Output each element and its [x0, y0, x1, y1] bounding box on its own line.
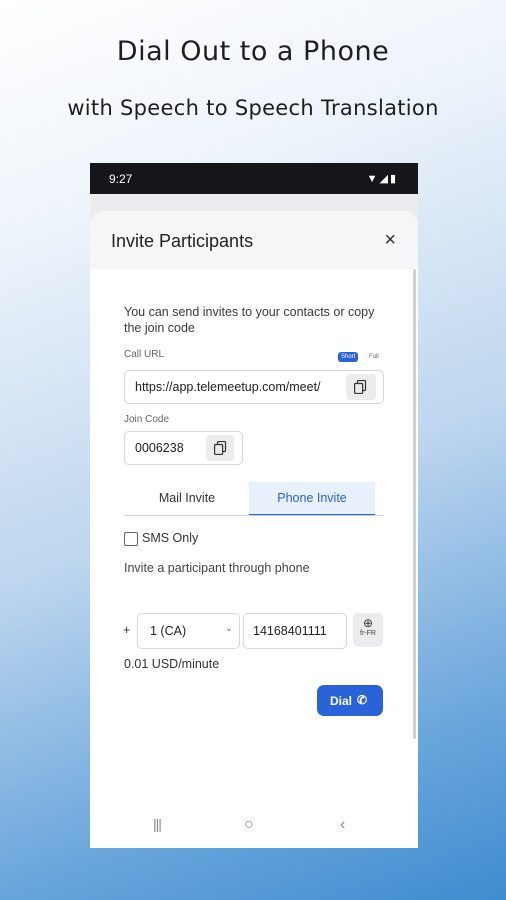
scrollbar[interactable] [413, 269, 416, 739]
recents-icon[interactable]: ||| [153, 816, 162, 832]
sheet-title: Invite Participants [111, 231, 254, 251]
language-button[interactable]: ⊕ fr-FR [353, 613, 383, 647]
dial-button[interactable]: Dial ✆ [317, 685, 383, 716]
signal-icon: ◢ [379, 173, 390, 185]
globe-icon: ⊕ [362, 616, 374, 630]
invite-tabs: Mail Invite Phone Invite [124, 482, 384, 516]
promo-headline: Dial Out to a Phone [116, 36, 390, 67]
close-icon[interactable]: × [384, 229, 396, 252]
language-code: fr-FR [360, 630, 376, 637]
status-time: 9:27 [109, 172, 133, 186]
phone-number-value: 14168401111 [253, 624, 327, 638]
rate-text: 0.01 USD/minute [124, 657, 220, 671]
phone-icon: ✆ [357, 693, 368, 707]
back-icon[interactable]: ‹ [340, 816, 345, 834]
country-code-select[interactable]: 1 (CA) ⌄ [137, 613, 240, 649]
android-nav-bar: ||| ○ ‹ [90, 804, 418, 848]
battery-icon: ▮ [389, 173, 398, 185]
intro-text: You can send invites to your contacts or… [124, 305, 375, 335]
tab-mail-invite[interactable]: Mail Invite [124, 482, 250, 515]
join-code-value: 0006238 [135, 441, 184, 455]
sms-only-checkbox[interactable] [124, 532, 138, 546]
call-url-label: Call URL [124, 349, 165, 360]
plus-sign: + [123, 623, 131, 637]
phone-screen: 9:27 ▼◢▮ Invite Participants × You can s… [90, 163, 418, 848]
dial-label: Dial [330, 694, 353, 708]
sms-only-label: SMS Only [142, 531, 199, 545]
sheet-header: Invite Participants × [90, 211, 418, 269]
country-code-value: 1 (CA) [150, 624, 187, 638]
copy-code-button[interactable] [206, 435, 234, 461]
status-bar: 9:27 ▼◢▮ [90, 163, 418, 194]
url-toggle-full[interactable]: Full [366, 352, 382, 362]
join-code-label: Join Code [124, 414, 170, 425]
copy-icon [354, 380, 367, 394]
call-url-field[interactable]: https://app.telemeetup.com/meet/ [124, 370, 384, 404]
chevron-down-icon: ⌄ [224, 623, 233, 634]
url-toggle-short[interactable]: Short [338, 352, 359, 362]
join-code-field[interactable]: 0006238 [124, 431, 243, 465]
wifi-icon: ▼ [366, 173, 380, 185]
copy-icon [214, 441, 227, 455]
copy-url-button[interactable] [346, 374, 376, 400]
call-url-value: https://app.telemeetup.com/meet/ [135, 380, 321, 394]
home-icon[interactable]: ○ [244, 816, 254, 834]
promo-subheadline: with Speech to Speech Translation [67, 96, 439, 120]
phone-hint: Invite a participant through phone [124, 561, 310, 575]
invite-sheet: Invite Participants × You can send invit… [90, 211, 418, 848]
phone-number-input[interactable]: 14168401111 [243, 613, 347, 649]
tab-phone-invite[interactable]: Phone Invite [249, 482, 375, 515]
